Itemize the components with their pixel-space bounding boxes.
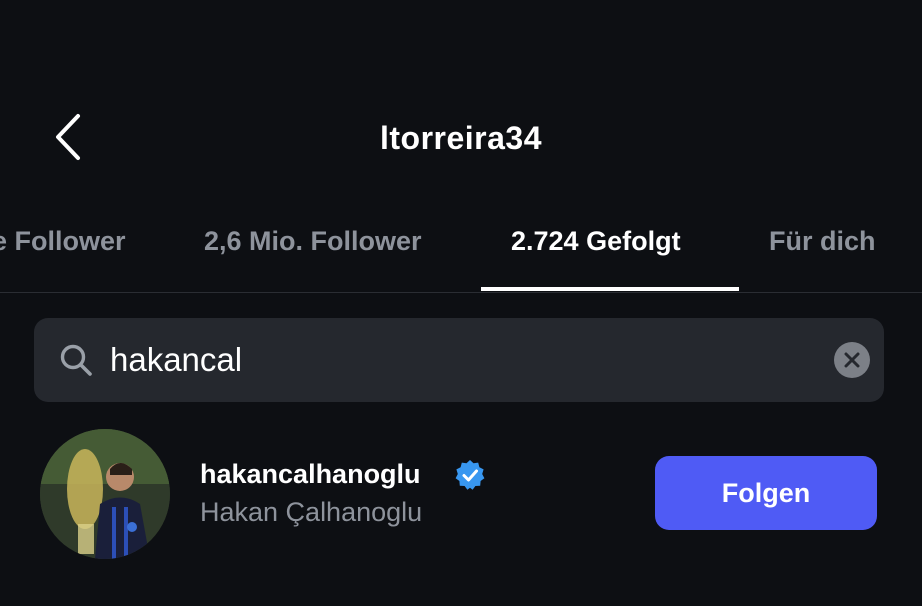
- result-full-name: Hakan Çalhanoglu: [200, 497, 423, 527]
- search-result-row[interactable]: hakancalhanoglu Hakan Çalhanoglu Folgen: [0, 425, 922, 565]
- search-bar: [34, 318, 884, 402]
- screen: ltorreira34 e Follower 2,6 Mio. Follower…: [0, 0, 922, 606]
- follow-button[interactable]: Folgen: [655, 456, 877, 530]
- tab-followers-partial[interactable]: e Follower: [0, 226, 126, 257]
- tab-for-you[interactable]: Für dich: [769, 226, 876, 257]
- search-icon: [60, 344, 92, 376]
- page-title: ltorreira34: [379, 120, 543, 156]
- avatar-image: [40, 429, 170, 559]
- search-input[interactable]: [110, 334, 810, 386]
- clear-icon: [844, 352, 860, 368]
- result-username: hakancalhanoglu: [200, 459, 421, 489]
- tab-bar: e Follower 2,6 Mio. Follower 2.724 Gefol…: [0, 212, 922, 293]
- tab-following[interactable]: 2.724 Gefolgt: [511, 226, 681, 257]
- clear-search-button[interactable]: [834, 342, 870, 378]
- header: ltorreira34: [0, 90, 922, 190]
- avatar[interactable]: [40, 429, 170, 559]
- tab-followers[interactable]: 2,6 Mio. Follower: [204, 226, 422, 257]
- verified-badge-icon: [455, 460, 485, 490]
- active-tab-indicator: [481, 287, 739, 291]
